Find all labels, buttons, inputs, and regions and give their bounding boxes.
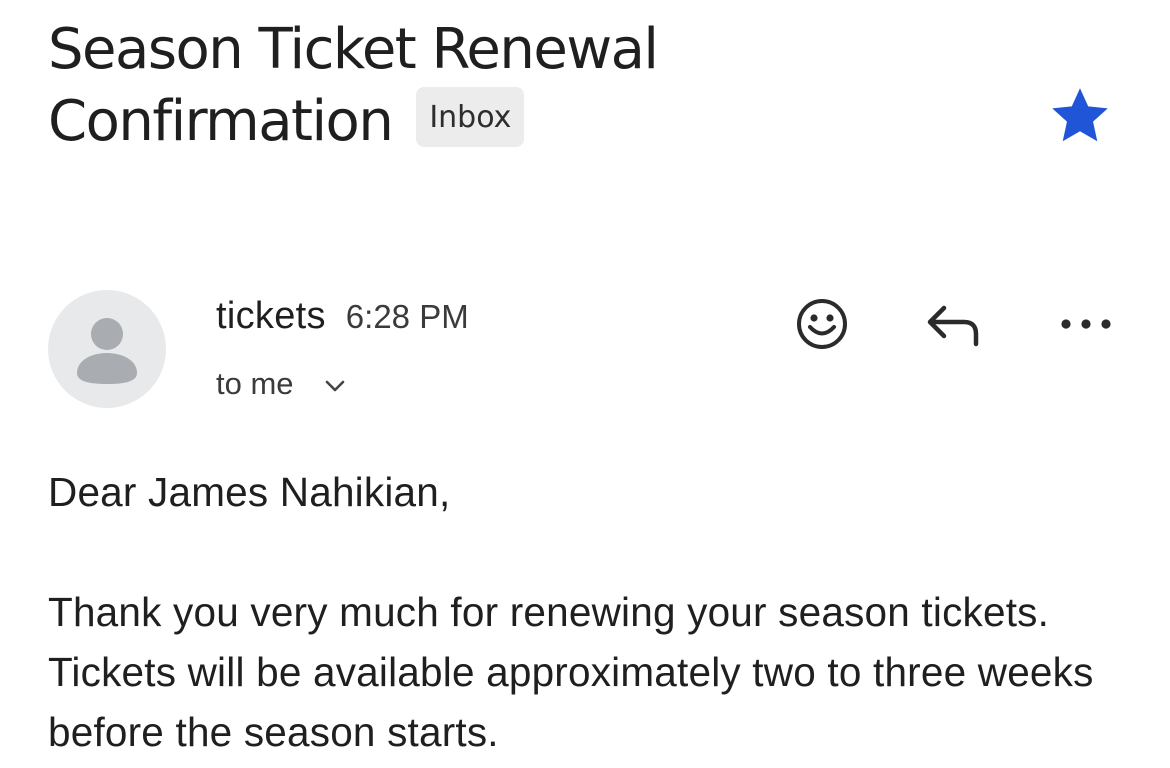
person-silhouette-icon (77, 318, 137, 384)
recipient-details-toggle[interactable]: to me (216, 364, 346, 404)
email-paragraph: Thank you very much for renewing your se… (48, 589, 1094, 755)
recipient-text: to me (216, 366, 294, 401)
smiley-face-icon[interactable] (794, 296, 850, 352)
sender-name[interactable]: tickets (216, 295, 326, 337)
inbox-label[interactable]: Inbox (416, 86, 525, 147)
email-body: Dear James Nahikian, Thank you very much… (48, 462, 1138, 762)
email-subject: Season Ticket Renewal Confirmation Inbox (48, 14, 1008, 158)
sender-info: tickets 6:28 PM (216, 294, 469, 339)
sender-avatar[interactable] (48, 290, 166, 408)
subject-line-2: Confirmation (48, 89, 394, 154)
star-icon[interactable] (1046, 82, 1114, 150)
email-greeting: Dear James Nahikian, (48, 469, 451, 515)
subject-line-1: Season Ticket Renewal (48, 17, 659, 82)
reply-arrow-icon[interactable] (924, 302, 984, 348)
sent-time: 6:28 PM (345, 298, 469, 335)
more-horizontal-icon[interactable] (1058, 312, 1114, 336)
chevron-down-icon (325, 380, 344, 392)
